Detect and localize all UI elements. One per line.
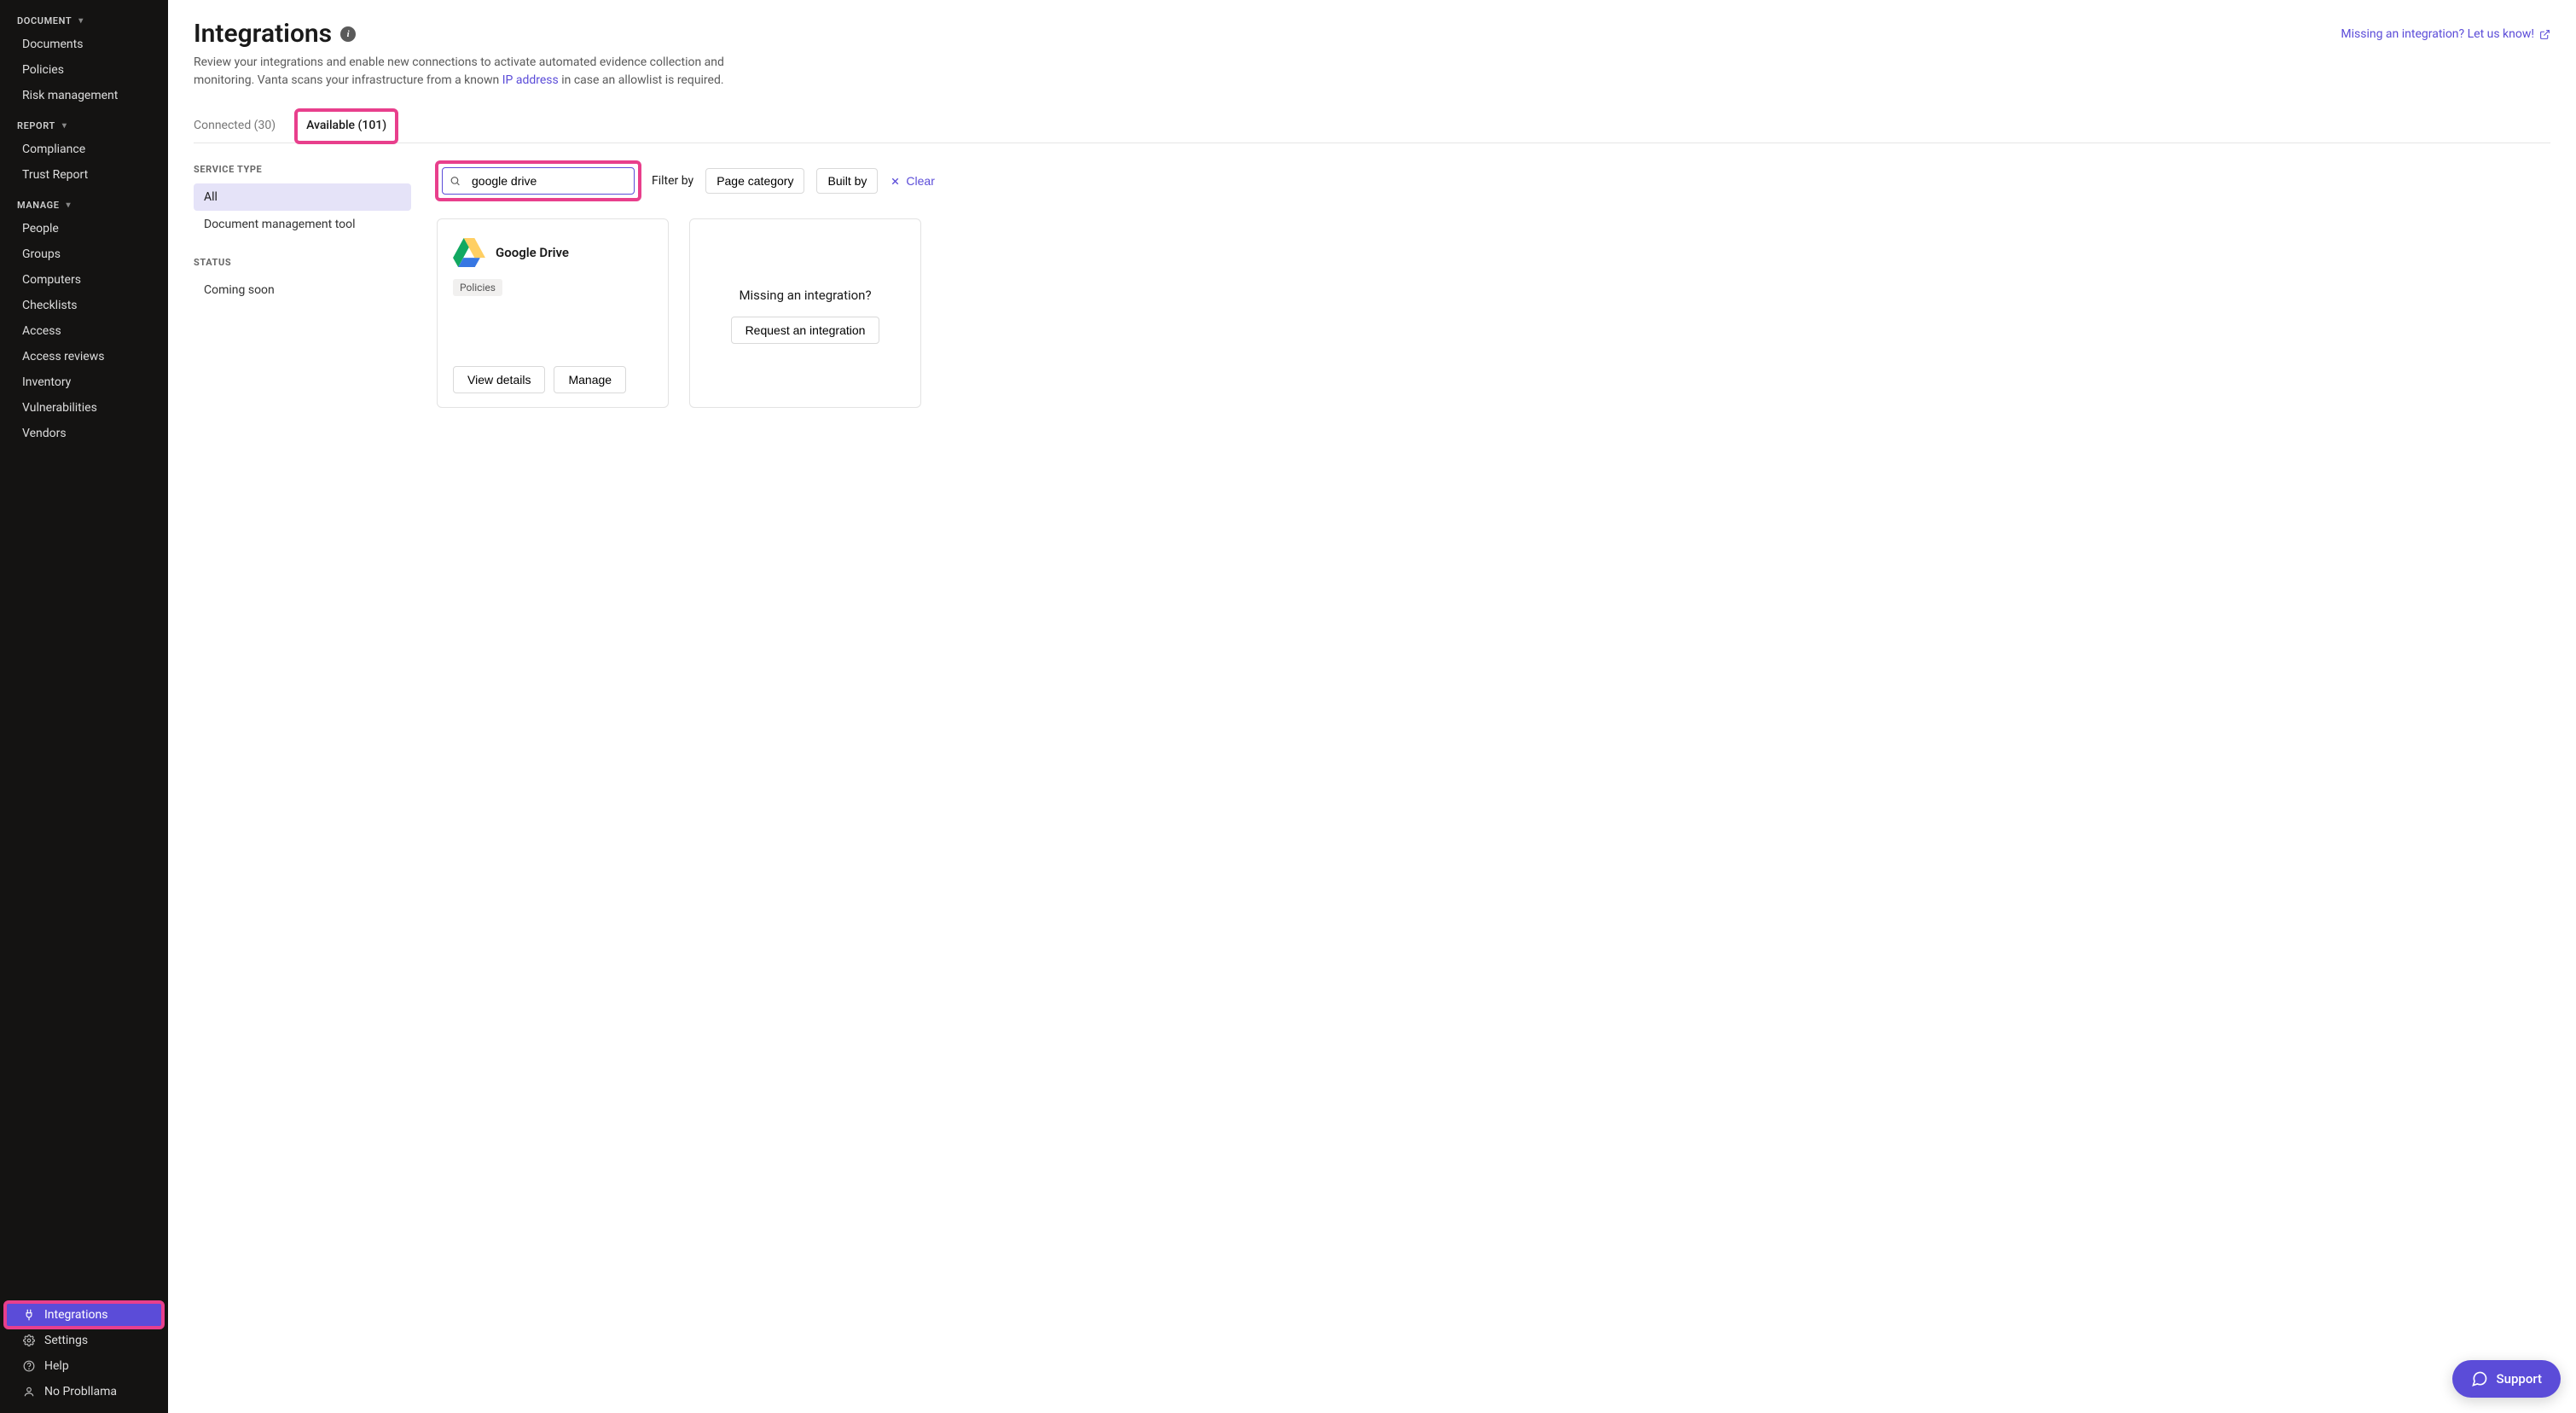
filter-heading-status: STATUS: [194, 257, 411, 268]
chat-icon: [2471, 1370, 2488, 1387]
info-icon[interactable]: i: [340, 26, 356, 42]
sidebar-section-report[interactable]: REPORT ▾: [0, 113, 168, 137]
search-input[interactable]: [442, 167, 635, 195]
chevron-down-icon: ▾: [78, 16, 84, 26]
manage-button[interactable]: Manage: [554, 366, 626, 393]
page-title: Integrations: [194, 19, 332, 49]
sidebar-item-label: Documents: [22, 38, 83, 51]
missing-integration-label: Missing an integration? Let us know!: [2341, 27, 2534, 41]
filter-item-coming-soon[interactable]: Coming soon: [194, 276, 411, 304]
sidebar-item-computers[interactable]: Computers: [5, 267, 163, 293]
view-details-button[interactable]: View details: [453, 366, 545, 393]
sidebar-item-label: People: [22, 222, 59, 236]
sidebar-section-document[interactable]: DOCUMENT ▾: [0, 9, 168, 32]
sidebar-section-label: MANAGE: [17, 200, 60, 211]
sidebar-item-user[interactable]: No Probllama: [5, 1379, 163, 1404]
main-content: Integrations i Missing an integration? L…: [168, 0, 2576, 1413]
sidebar-item-label: No Probllama: [44, 1385, 117, 1398]
sidebar-item-label: Integrations: [44, 1308, 107, 1322]
search-icon: [450, 176, 461, 187]
tab-row: Connected (30) Available (101): [194, 110, 2550, 143]
sidebar-item-help[interactable]: Help: [5, 1353, 163, 1379]
sidebar-item-inventory[interactable]: Inventory: [5, 369, 163, 395]
chevron-down-icon: ▾: [67, 201, 72, 210]
clear-button[interactable]: Clear: [890, 174, 934, 188]
sidebar-item-label: Groups: [22, 247, 61, 261]
filter-heading-service-type: SERVICE TYPE: [194, 164, 411, 175]
page-category-dropdown[interactable]: Page category: [705, 168, 804, 194]
sidebar-item-label: Vulnerabilities: [22, 401, 97, 415]
gear-icon: [22, 1334, 36, 1347]
sidebar-item-access-reviews[interactable]: Access reviews: [5, 344, 163, 369]
sidebar-item-policies[interactable]: Policies: [5, 57, 163, 83]
sidebar-item-compliance[interactable]: Compliance: [5, 137, 163, 162]
support-label: Support: [2497, 1371, 2542, 1387]
sidebar-section-label: DOCUMENT: [17, 15, 72, 26]
filter-item-all[interactable]: All: [194, 183, 411, 211]
sidebar-item-settings[interactable]: Settings: [5, 1328, 163, 1353]
sidebar-item-label: Computers: [22, 273, 81, 287]
integration-card-google-drive: Google Drive Policies View details Manag…: [437, 218, 669, 408]
page-subtitle: Review your integrations and enable new …: [194, 54, 774, 90]
tab-available[interactable]: Available (101): [296, 110, 397, 142]
sidebar-item-label: Trust Report: [22, 168, 88, 182]
sidebar-item-risk-management[interactable]: Risk management: [5, 83, 163, 108]
sidebar-item-label: Settings: [44, 1334, 88, 1347]
google-drive-icon: [453, 238, 485, 267]
filter-by-label: Filter by: [652, 174, 693, 188]
sidebar-section-manage[interactable]: MANAGE ▾: [0, 193, 168, 216]
sidebar-item-label: Policies: [22, 63, 64, 77]
support-button[interactable]: Support: [2452, 1360, 2561, 1398]
sidebar-item-label: Access: [22, 324, 61, 338]
request-integration-button[interactable]: Request an integration: [731, 317, 880, 344]
tab-connected[interactable]: Connected (30): [194, 110, 276, 142]
filter-item-document-management-tool[interactable]: Document management tool: [194, 211, 411, 238]
ip-address-link[interactable]: IP address: [502, 73, 559, 87]
sidebar-item-vendors[interactable]: Vendors: [5, 421, 163, 446]
search-wrap: [437, 162, 640, 200]
sidebar-item-integrations[interactable]: Integrations: [5, 1302, 163, 1328]
sidebar-item-label: Compliance: [22, 142, 85, 156]
user-icon: [22, 1385, 36, 1398]
sidebar-item-groups[interactable]: Groups: [5, 241, 163, 267]
sidebar-section-label: REPORT: [17, 120, 55, 131]
sidebar: DOCUMENT ▾ Documents Policies Risk manag…: [0, 0, 168, 1413]
sidebar-item-label: Access reviews: [22, 350, 104, 363]
plug-icon: [22, 1308, 36, 1322]
chevron-down-icon: ▾: [62, 121, 67, 131]
sidebar-item-label: Checklists: [22, 299, 78, 312]
missing-integration-link[interactable]: Missing an integration? Let us know!: [2341, 27, 2550, 41]
sidebar-item-trust-report[interactable]: Trust Report: [5, 162, 163, 188]
external-link-icon: [2539, 29, 2550, 40]
sidebar-item-documents[interactable]: Documents: [5, 32, 163, 57]
sidebar-item-vulnerabilities[interactable]: Vulnerabilities: [5, 395, 163, 421]
integration-badge: Policies: [453, 279, 502, 296]
missing-integration-prompt: Missing an integration?: [739, 288, 871, 303]
sidebar-item-label: Risk management: [22, 89, 118, 102]
built-by-dropdown[interactable]: Built by: [816, 168, 878, 194]
sidebar-item-label: Inventory: [22, 375, 71, 389]
sidebar-item-access[interactable]: Access: [5, 318, 163, 344]
sidebar-item-label: Help: [44, 1359, 69, 1373]
sidebar-item-checklists[interactable]: Checklists: [5, 293, 163, 318]
missing-integration-card: Missing an integration? Request an integ…: [689, 218, 921, 408]
close-icon: [890, 176, 901, 187]
help-icon: [22, 1359, 36, 1373]
sidebar-item-label: Vendors: [22, 427, 67, 440]
sidebar-item-people[interactable]: People: [5, 216, 163, 241]
integration-card-title: Google Drive: [496, 245, 569, 260]
